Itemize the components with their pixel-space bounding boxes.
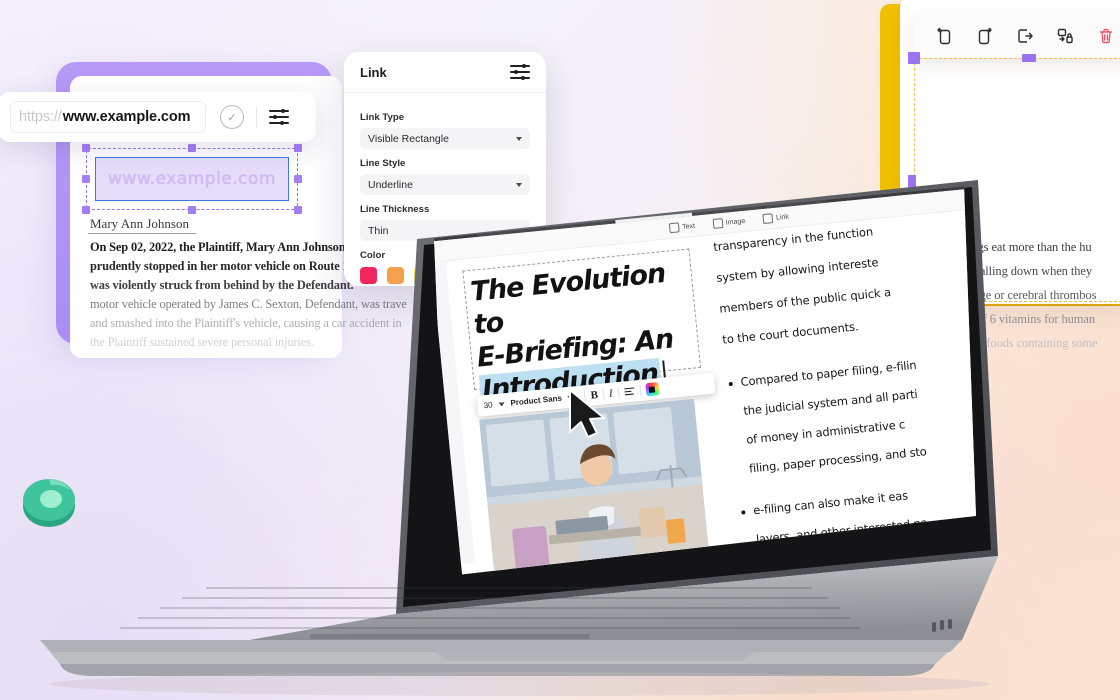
edit-text-button[interactable]: Text	[668, 221, 696, 234]
bullet-item: e-filing can also make it eas	[739, 477, 976, 518]
background: www.example.com Mary Ann Johnson On Sep …	[0, 0, 1120, 700]
edit-link-label: Link	[775, 213, 790, 222]
align-left-icon[interactable]	[623, 380, 636, 402]
mouse-pointer	[568, 388, 612, 445]
font-name-value[interactable]: Product Sans	[509, 388, 562, 414]
pdf-page: The Evolution to E-Briefing: An Introduc…	[445, 209, 976, 575]
laptop-screen: mp40 (5) UPDF General Stream Training Af…	[434, 186, 976, 576]
edit-image-label: Image	[725, 217, 746, 227]
text-icon	[668, 222, 680, 234]
bullet-line: Compared to paper filing, e-filin	[739, 357, 917, 390]
edit-image-button[interactable]: Image	[712, 216, 746, 229]
image-icon	[712, 218, 724, 229]
edit-text-label: Text	[681, 222, 696, 231]
pdf-right-column: transparency in the function system by a…	[713, 213, 976, 563]
bullet-line: e-filing can also make it eas	[752, 488, 909, 518]
chevron-down-icon[interactable]	[498, 401, 505, 407]
link-icon	[762, 213, 774, 225]
text-color-icon[interactable]	[644, 382, 660, 397]
font-size-value[interactable]: 30	[483, 394, 494, 416]
edit-link-button[interactable]: Link	[762, 212, 790, 225]
